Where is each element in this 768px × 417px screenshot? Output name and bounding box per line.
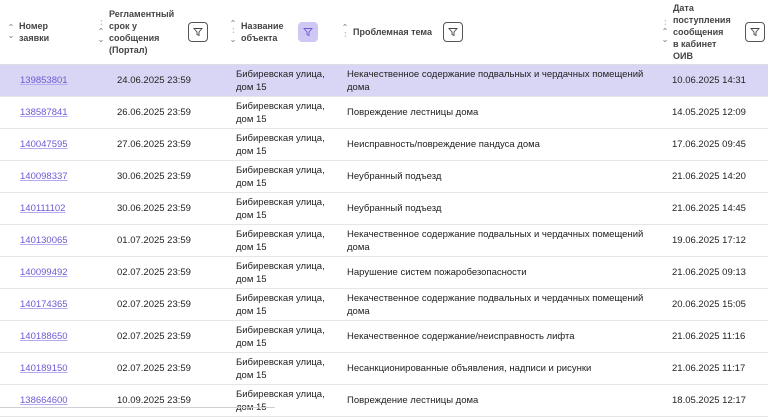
topic-cell: Несанкционированные объявления, надписи … — [347, 363, 592, 374]
filter-icon — [303, 28, 313, 37]
deadline-cell: 30.06.2025 23:59 — [117, 171, 191, 182]
request-number-link[interactable]: 140174365 — [20, 298, 68, 311]
topic-cell: Неубранный подъезд — [347, 203, 442, 214]
request-number-link[interactable]: 140047595 — [20, 138, 68, 151]
date-cell: 17.06.2025 09:45 — [672, 139, 746, 150]
topic-cell: Неубранный подъезд — [347, 171, 442, 182]
deadline-cell: 02.07.2025 23:59 — [117, 363, 191, 374]
header-number[interactable]: ⌃ ⌄ Номер заявки — [6, 0, 96, 64]
table-row[interactable]: 140098337 30.06.2025 23:59 Бибиревская ули… — [0, 161, 768, 193]
table-row[interactable]: 138664600 10.09.2025 23:59 Бибиревская ули… — [0, 385, 768, 417]
header-object-label: Название объекта — [241, 21, 284, 43]
object-cell: Бибиревская улица, дом 15 — [236, 388, 325, 413]
sort-arrows-icon[interactable]: ⌃ ⁚ ⌄ — [228, 20, 238, 44]
deadline-cell: 02.07.2025 23:59 — [117, 331, 191, 342]
table-row[interactable]: 140130065 01.07.2025 23:59 Бибиревская ули… — [0, 225, 768, 257]
date-cell: 21.06.2025 11:17 — [672, 363, 746, 374]
topic-cell: Повреждение лестницы дома — [347, 107, 479, 118]
table-row[interactable]: 140099492 02.07.2025 23:59 Бибиревская ули… — [0, 257, 768, 289]
header-deadline-label: Регламентный срок у сообщения (Портал) — [109, 9, 175, 55]
scrollbar-track[interactable] — [0, 407, 275, 408]
filter-deadline-button[interactable] — [188, 22, 208, 42]
object-cell: Бибиревская улица, дом 15 — [236, 228, 325, 253]
deadline-cell: 01.07.2025 23:59 — [117, 235, 191, 246]
deadline-cell: 24.06.2025 23:59 — [117, 75, 191, 86]
date-cell: 19.06.2025 17:12 — [672, 235, 746, 246]
request-number-link[interactable]: 140189150 — [20, 362, 68, 375]
deadline-cell: 27.06.2025 23:59 — [117, 139, 191, 150]
topic-cell: Некачественное содержание подвальных и ч… — [347, 292, 644, 317]
request-number-link[interactable]: 138587841 — [20, 106, 68, 119]
deadline-cell: 26.06.2025 23:59 — [117, 107, 191, 118]
topic-cell: Некачественное содержание подвальных и ч… — [347, 228, 644, 253]
sort-arrows-icon[interactable]: ⁚ ⌃ ⌄ — [660, 20, 670, 44]
request-number-link[interactable]: 138664600 — [20, 394, 68, 407]
deadline-cell: 02.07.2025 23:59 — [117, 299, 191, 310]
filter-icon — [448, 28, 458, 37]
object-cell: Бибиревская улица, дом 15 — [236, 68, 325, 93]
object-cell: Бибиревская улица, дом 15 — [236, 324, 325, 349]
date-cell: 20.06.2025 15:05 — [672, 299, 746, 310]
date-cell: 21.06.2025 09:13 — [672, 267, 746, 278]
table-row[interactable]: 140189150 02.07.2025 23:59 Бибиревская ули… — [0, 353, 768, 385]
table-row[interactable]: 139853801 24.06.2025 23:59 Бибиревская ули… — [0, 65, 768, 97]
header-topic-label: Проблемная тема — [353, 27, 432, 37]
topic-cell: Некачественное содержание подвальных и ч… — [347, 68, 644, 93]
deadline-cell: 10.09.2025 23:59 — [117, 395, 191, 406]
request-number-link[interactable]: 140111102 — [20, 202, 65, 215]
deadline-cell: 02.07.2025 23:59 — [117, 267, 191, 278]
sort-arrows-icon[interactable]: ⁚ ⌃ ⌄ — [96, 20, 106, 44]
deadline-cell: 30.06.2025 23:59 — [117, 203, 191, 214]
table-row[interactable]: 140047595 27.06.2025 23:59 Бибиревская ули… — [0, 129, 768, 161]
date-cell: 21.06.2025 11:16 — [672, 331, 746, 342]
date-cell: 21.06.2025 14:20 — [672, 171, 746, 182]
table-row[interactable]: 140111102 30.06.2025 23:59 Бибиревская ули… — [0, 193, 768, 225]
sort-arrows-icon[interactable]: ⌃ ⁚ — [340, 24, 350, 40]
filter-object-button[interactable] — [298, 22, 318, 42]
header-date[interactable]: ⁚ ⌃ ⌄ Дата поступления сообщения в кабинет… — [660, 0, 750, 64]
request-number-link[interactable]: 140188650 — [20, 330, 68, 343]
table-header: ⌃ ⌄ Номер заявки ⁚ ⌃ ⌄ Регламентный срок у … — [0, 0, 768, 65]
filter-icon — [193, 28, 203, 37]
topic-cell: Неисправность/повреждение пандуса дома — [347, 139, 540, 150]
table-body: 139853801 24.06.2025 23:59 Бибиревская ули… — [0, 65, 768, 417]
object-cell: Бибиревская улица, дом 15 — [236, 356, 325, 381]
date-cell: 21.06.2025 14:45 — [672, 203, 746, 214]
request-number-link[interactable]: 139853801 — [20, 74, 68, 87]
requests-table: ⌃ ⌄ Номер заявки ⁚ ⌃ ⌄ Регламентный срок у … — [0, 0, 768, 417]
request-number-link[interactable]: 140098337 — [20, 170, 68, 183]
object-cell: Бибиревская улица, дом 15 — [236, 132, 325, 157]
object-cell: Бибиревская улица, дом 15 — [236, 196, 325, 221]
date-cell: 10.06.2025 14:31 — [672, 75, 746, 86]
object-cell: Бибиревская улица, дом 15 — [236, 260, 325, 285]
table-row[interactable]: 140174365 02.07.2025 23:59 Бибиревская ули… — [0, 289, 768, 321]
request-number-link[interactable]: 140099492 — [20, 266, 68, 279]
object-cell: Бибиревская улица, дом 15 — [236, 100, 325, 125]
sort-arrows-icon[interactable]: ⌃ ⌄ — [6, 24, 16, 40]
header-topic[interactable]: ⌃ ⁚ Проблемная тема — [340, 0, 450, 64]
header-date-label: Дата поступления сообщения в кабинет ОИВ — [673, 3, 731, 61]
date-cell: 18.05.2025 12:17 — [672, 395, 746, 406]
filter-date-button[interactable] — [745, 22, 765, 42]
request-number-link[interactable]: 140130065 — [20, 234, 68, 247]
object-cell: Бибиревская улица, дом 15 — [236, 292, 325, 317]
header-number-label: Номер заявки — [19, 21, 50, 43]
filter-topic-button[interactable] — [443, 22, 463, 42]
topic-cell: Некачественное содержание/неисправность … — [347, 331, 575, 342]
topic-cell: Повреждение лестницы дома — [347, 395, 479, 406]
date-cell: 14.05.2025 12:09 — [672, 107, 746, 118]
table-row[interactable]: 140188650 02.07.2025 23:59 Бибиревская ули… — [0, 321, 768, 353]
table-row[interactable]: 138587841 26.06.2025 23:59 Бибиревская ули… — [0, 97, 768, 129]
filter-icon — [750, 28, 760, 37]
object-cell: Бибиревская улица, дом 15 — [236, 164, 325, 189]
topic-cell: Нарушение систем пожаробезопасности — [347, 267, 527, 278]
